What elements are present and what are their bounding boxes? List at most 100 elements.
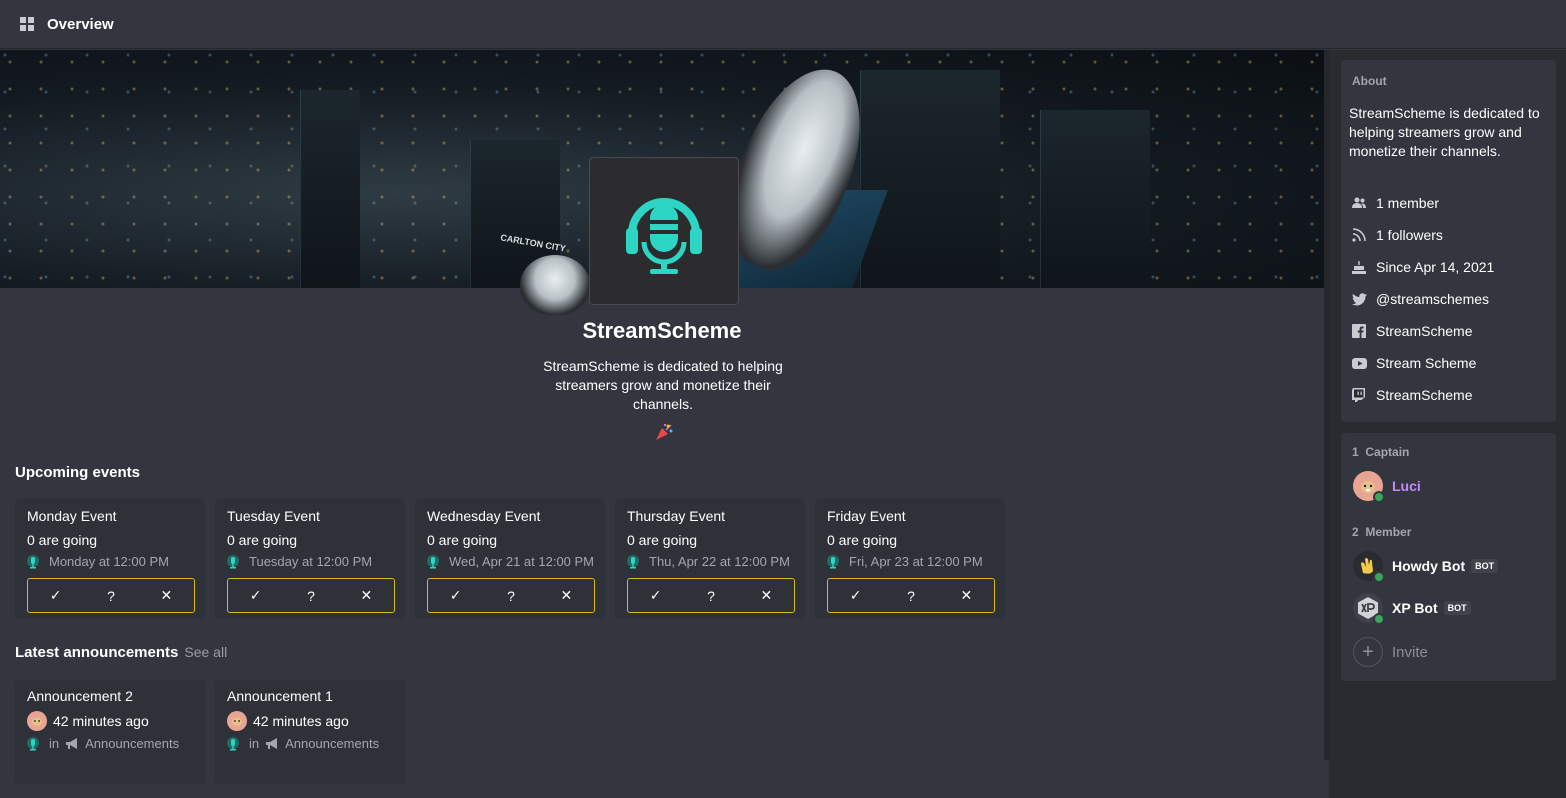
- avatar: [1353, 593, 1385, 625]
- about-card: About StreamScheme is dedicated to helpi…: [1341, 60, 1556, 422]
- event-time-text: Wed, Apr 21 at 12:00 PM: [449, 554, 595, 569]
- rsvp-no-button[interactable]: ✕: [339, 579, 394, 612]
- dog-avatar-icon: [32, 717, 42, 726]
- server-mic-icon: [627, 554, 639, 568]
- announcement-meta: 42 minutes ago: [27, 711, 149, 731]
- rsvp-no-button[interactable]: ✕: [539, 579, 594, 612]
- invite-button[interactable]: + Invite: [1353, 637, 1428, 667]
- event-going-count: 0 are going: [427, 532, 498, 548]
- banner-building: [860, 70, 1000, 288]
- rss-icon: [1351, 227, 1367, 243]
- see-all-link[interactable]: See all: [184, 644, 227, 660]
- online-status-dot: [1373, 571, 1385, 583]
- rsvp-maybe-button[interactable]: ?: [83, 579, 138, 612]
- rsvp-no-button[interactable]: ✕: [739, 579, 794, 612]
- rsvp-no-button[interactable]: ✕: [139, 579, 194, 612]
- twitter-icon: [1351, 291, 1367, 307]
- megaphone-icon: [66, 737, 78, 749]
- event-card[interactable]: Thursday Event 0 are going Thu, Apr 22 at …: [615, 498, 805, 618]
- announcement-title: Announcement 2: [27, 688, 133, 704]
- about-heading: About: [1352, 74, 1387, 88]
- bot-tag: BOT: [1471, 559, 1499, 573]
- about-description: StreamScheme is dedicated to helping str…: [1349, 105, 1540, 159]
- rsvp-yes-button[interactable]: ✓: [628, 579, 683, 612]
- grid-icon[interactable]: [20, 17, 34, 31]
- about-row-text: 1 member: [1376, 195, 1440, 211]
- rsvp-group: ✓? ✕: [827, 578, 995, 613]
- party-popper-icon: [656, 424, 673, 440]
- server-logo: [589, 157, 739, 305]
- member-row-howdy-bot[interactable]: Howdy Bot BOT: [1353, 551, 1499, 583]
- in-label: in: [249, 736, 260, 751]
- youtube-icon: [1351, 355, 1367, 371]
- about-row-twitter[interactable]: @streamschemes: [1351, 291, 1489, 307]
- member-row-xp-bot[interactable]: XP Bot BOT: [1353, 593, 1471, 625]
- about-row-facebook[interactable]: StreamScheme: [1351, 323, 1472, 339]
- avatar: [1353, 551, 1385, 583]
- event-title: Friday Event: [827, 508, 906, 524]
- server-name: StreamScheme: [582, 318, 742, 343]
- about-row-text: StreamScheme: [1376, 387, 1473, 403]
- event-going-count: 0 are going: [627, 532, 698, 548]
- rsvp-group: ✓? ✕: [227, 578, 395, 613]
- server-description: StreamScheme is dedicated to helping str…: [543, 358, 783, 412]
- event-title: Tuesday Event: [227, 508, 320, 524]
- rsvp-yes-button[interactable]: ✓: [28, 579, 83, 612]
- announcement-time: 42 minutes ago: [53, 713, 149, 729]
- online-status-dot: [1373, 613, 1385, 625]
- rsvp-maybe-button[interactable]: ?: [483, 579, 538, 612]
- banner-building: [1040, 110, 1150, 288]
- rsvp-yes-button[interactable]: ✓: [828, 579, 883, 612]
- event-time: Monday at 12:00 PM: [27, 554, 197, 569]
- event-going-count: 0 are going: [827, 532, 898, 548]
- about-row-youtube[interactable]: Stream Scheme: [1351, 355, 1476, 371]
- about-row-twitch[interactable]: StreamScheme: [1351, 387, 1472, 403]
- event-card[interactable]: Wednesday Event 0 are going Wed, Apr 21 at…: [415, 498, 605, 618]
- megaphone-icon: [266, 737, 278, 749]
- event-card[interactable]: Tuesday Event 0 are going Tuesday at 12:00…: [215, 498, 405, 618]
- server-mic-icon: [27, 736, 39, 750]
- microphone-headset-icon: [626, 198, 702, 274]
- rsvp-maybe-button[interactable]: ?: [683, 579, 738, 612]
- rsvp-group: ✓? ✕: [427, 578, 595, 613]
- twitch-icon: [1351, 387, 1367, 403]
- bot-tag: BOT: [1443, 601, 1471, 615]
- rsvp-maybe-button[interactable]: ?: [883, 579, 938, 612]
- member-role-heading: 2 Member: [1352, 525, 1411, 539]
- announcement-card[interactable]: Announcement 2 42 minutes ago in Announceme…: [15, 680, 205, 784]
- member-name: XP Bot: [1392, 600, 1438, 616]
- announcement-channel: in Announcements: [27, 736, 179, 751]
- member-label: Member: [1365, 525, 1412, 539]
- about-row-cake: Since Apr 14, 2021: [1351, 259, 1494, 275]
- right-sidebar: About StreamScheme is dedicated to helpi…: [1329, 50, 1566, 798]
- plus-icon: +: [1353, 637, 1383, 667]
- member-name: Luci: [1392, 478, 1421, 494]
- announcement-channel-name[interactable]: Announcements: [285, 736, 379, 751]
- rsvp-maybe-button[interactable]: ?: [283, 579, 338, 612]
- rsvp-no-button[interactable]: ✕: [939, 579, 994, 612]
- about-row-text: Stream Scheme: [1376, 355, 1477, 371]
- rsvp-group: ✓? ✕: [27, 578, 195, 613]
- event-time-text: Tuesday at 12:00 PM: [249, 554, 373, 569]
- event-card[interactable]: Friday Event 0 are going Fri, Apr 23 at 12…: [815, 498, 1005, 618]
- rsvp-group: ✓? ✕: [627, 578, 795, 613]
- dog-avatar-icon: [232, 717, 242, 726]
- event-going-count: 0 are going: [27, 532, 98, 548]
- latest-announcements-heading: Latest announcements See all: [15, 644, 227, 661]
- cake-icon: [1351, 259, 1367, 275]
- announcement-time: 42 minutes ago: [253, 713, 349, 729]
- server-mic-icon: [227, 554, 239, 568]
- announcement-channel-name[interactable]: Announcements: [85, 736, 179, 751]
- event-going-count: 0 are going: [227, 532, 298, 548]
- rsvp-yes-button[interactable]: ✓: [228, 579, 283, 612]
- announcement-title: Announcement 1: [227, 688, 333, 704]
- event-card[interactable]: Monday Event 0 are going Monday at 12:00 P…: [15, 498, 205, 618]
- about-row-text: 1 followers: [1376, 227, 1443, 243]
- announcement-card[interactable]: Announcement 1 42 minutes ago in Announceme…: [215, 680, 405, 784]
- member-name: Howdy Bot: [1392, 558, 1466, 574]
- main-content: CARLTON CITY StreamScheme StreamScheme i…: [0, 50, 1324, 798]
- about-row-text: StreamScheme: [1376, 323, 1473, 339]
- member-row-luci[interactable]: Luci: [1353, 471, 1421, 503]
- rsvp-yes-button[interactable]: ✓: [428, 579, 483, 612]
- server-mic-icon: [827, 554, 839, 568]
